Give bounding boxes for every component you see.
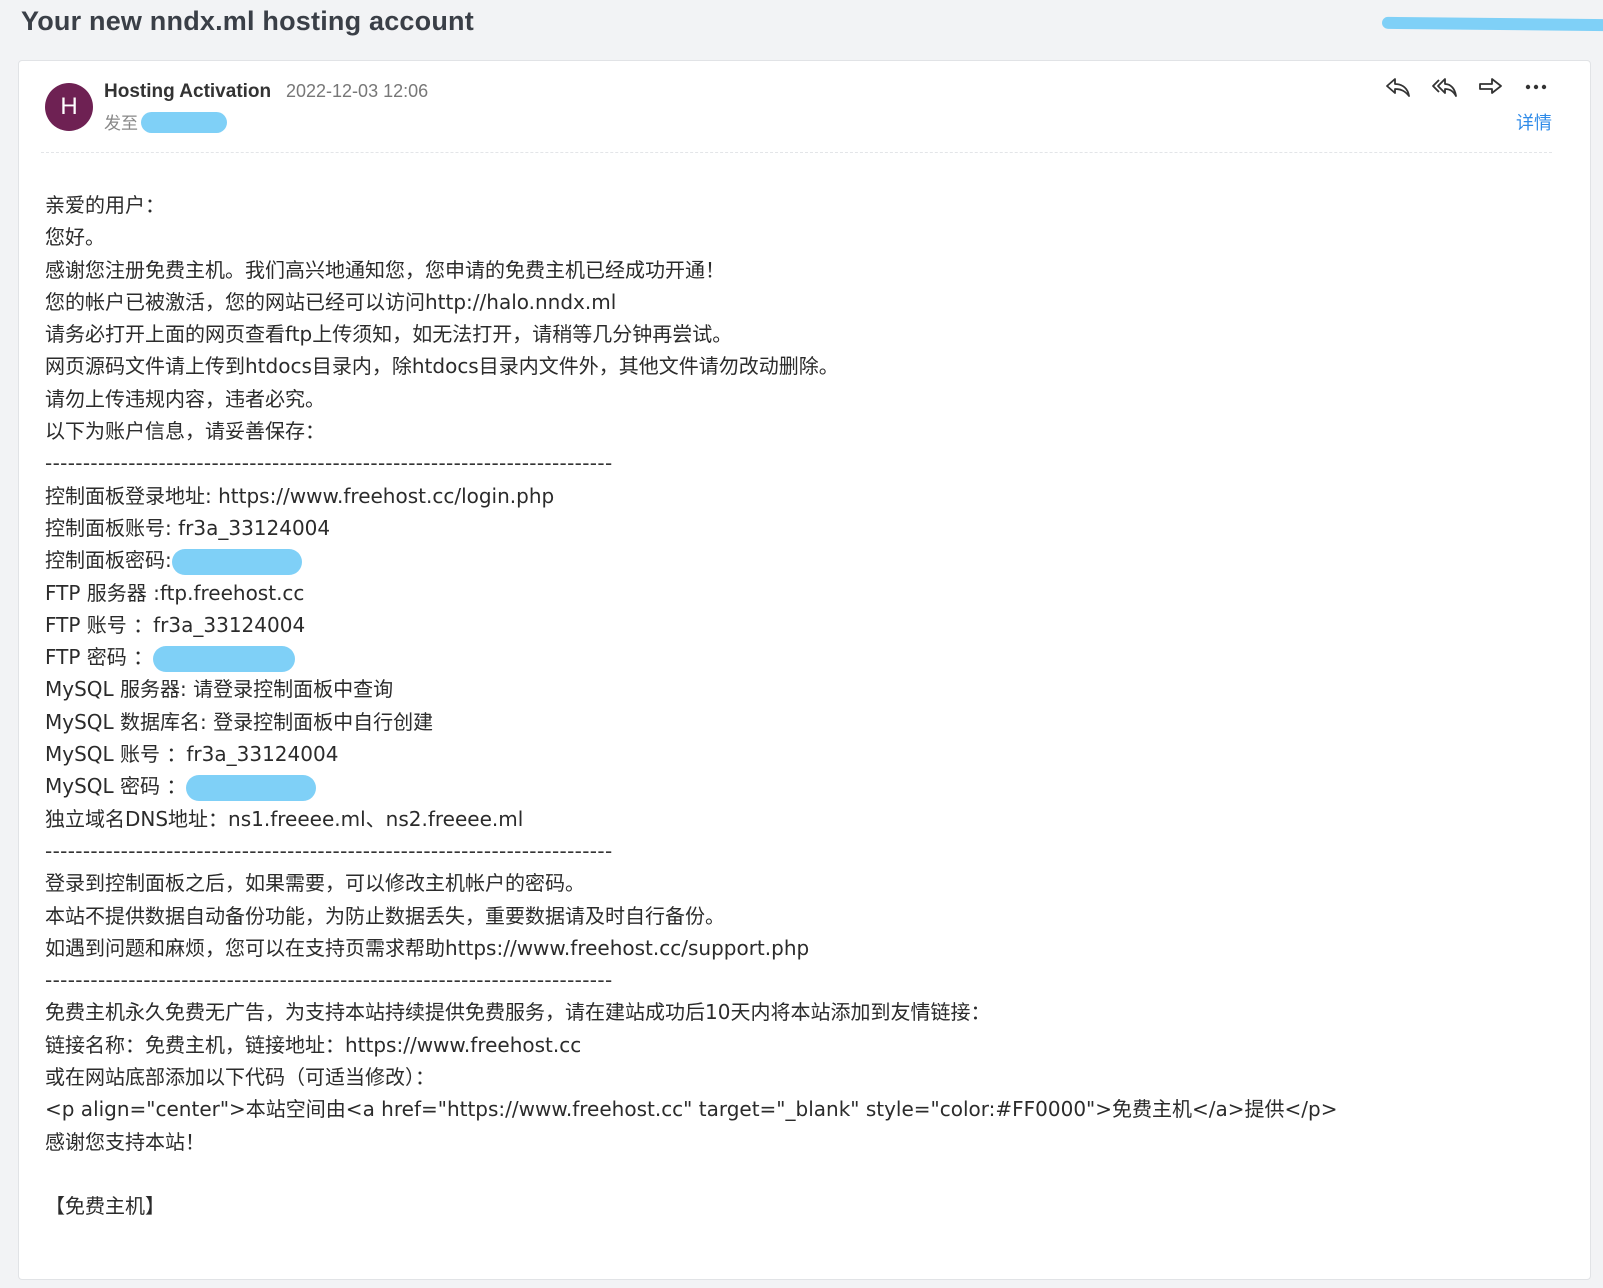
signature: 【免费主机】 [45, 1194, 165, 1219]
header-divider [41, 152, 1552, 153]
dns-info: 独立域名DNS地址：ns1.freeee.ml、ns2.freeee.ml [45, 806, 524, 831]
reply-icon [1386, 78, 1410, 97]
body-paragraph: 登录到控制面板之后，如果需要，可以修改主机帐户的密码。 [45, 871, 585, 896]
separator-line: ----------------------------------------… [45, 968, 613, 993]
greeting-text: 亲爱的用户： [45, 193, 165, 217]
redacted-password [186, 774, 317, 801]
forward-icon [1479, 78, 1502, 94]
details-link[interactable]: 详情 [1516, 109, 1552, 135]
body-paragraph: 免费主机永久免费无广告，为支持本站持续提供免费服务，请在建站成功后10天内将本站… [45, 1000, 991, 1025]
ftp-password-label: FTP 密码 ： [45, 645, 154, 670]
cp-password-row: 控制面板密码: [45, 544, 1560, 576]
ftp-account: FTP 账号 ：fr3a_33124004 [45, 612, 306, 637]
code-snippet: <p align="center">本站空间由<a href="https://… [45, 1097, 1338, 1122]
message-actions [1382, 73, 1552, 101]
ftp-password-row: FTP 密码 ： [45, 641, 1560, 673]
email-date: 2022-12-03 12:06 [286, 81, 429, 101]
body-paragraph: 感谢您注册免费主机。我们高兴地通知您，您申请的免费主机已经成功开通！ [45, 257, 725, 282]
body-paragraph: 以下为账户信息，请妥善保存： [45, 419, 325, 444]
ftp-server: FTP 服务器 :ftp.freehost.cc [45, 580, 305, 605]
body-paragraph: 本站不提供数据自动备份功能，为防止数据丢失，重要数据请及时自行备份。 [45, 903, 725, 928]
email-card: H Hosting Activation 2022-12-03 12:06 发至 [18, 60, 1591, 1280]
redacted-password [153, 645, 296, 672]
thanks-text: 感谢您支持本站！ [45, 1129, 205, 1154]
redacted-password [171, 548, 302, 575]
reply-all-button[interactable] [1428, 73, 1460, 101]
body-paragraph: 或在网站底部添加以下代码（可适当修改）： [45, 1065, 435, 1090]
cp-account: 控制面板账号: fr3a_33124004 [45, 515, 331, 540]
forward-button[interactable] [1474, 73, 1506, 101]
reply-button[interactable] [1382, 73, 1414, 101]
separator-line: ----------------------------------------… [45, 838, 613, 863]
mysql-password-row: MySQL 密码 ： [45, 770, 1560, 802]
redacted-recipient [141, 112, 227, 133]
recipient-label: 发至 [104, 114, 138, 134]
body-paragraph: 请勿上传违规内容，违者必究。 [45, 386, 325, 411]
mysql-server: MySQL 服务器: 请登录控制面板中查询 [45, 677, 394, 702]
body-paragraph: 请务必打开上面的网页查看ftp上传须知，如无法打开，请稍等几分钟再尝试。 [45, 322, 733, 347]
body-paragraph: 您的帐户已被激活，您的网站已经可以访问http://halo.nndx.ml [45, 289, 617, 314]
mysql-db: MySQL 数据库名: 登录控制面板中自行创建 [45, 709, 434, 734]
reply-all-icon [1432, 78, 1457, 97]
mysql-password-label: MySQL 密码 ： [45, 774, 187, 799]
body-paragraph: 链接名称：免费主机，链接地址：https://www.freehost.cc [45, 1032, 582, 1057]
redaction-mark [1381, 16, 1603, 32]
sender-name[interactable]: Hosting Activation [104, 81, 271, 103]
cp-password-label: 控制面板密码: [45, 548, 172, 573]
email-body: 亲爱的用户： 您好。 感谢您注册免费主机。我们高兴地通知您，您申请的免费主机已经… [45, 189, 1560, 1223]
avatar: H [45, 83, 93, 131]
email-subject: Your new nndx.ml hosting account [21, 6, 474, 36]
body-paragraph: 如遇到问题和麻烦，您可以在支持页需求帮助https://www.freehost… [45, 935, 810, 960]
cp-login-url: 控制面板登录地址: https://www.freehost.cc/login.… [45, 483, 555, 508]
more-icon [1525, 84, 1547, 90]
separator-line: ----------------------------------------… [45, 451, 613, 476]
hello-text: 您好。 [45, 225, 105, 250]
more-button[interactable] [1520, 73, 1552, 101]
body-paragraph: 网页源码文件请上传到htdocs目录内，除htdocs目录内文件外，其他文件请勿… [45, 354, 839, 379]
mysql-account: MySQL 账号 ：fr3a_33124004 [45, 742, 339, 767]
